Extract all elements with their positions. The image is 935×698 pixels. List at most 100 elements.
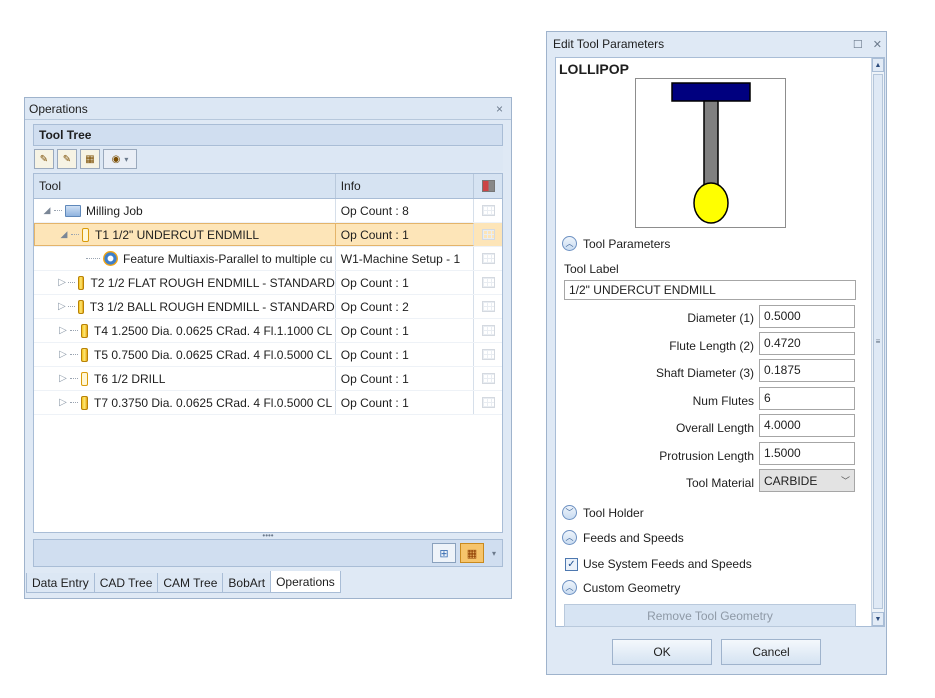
- grid-icon: [481, 325, 495, 336]
- dialog-scrollbar[interactable]: ▲ ≡ ▼: [871, 58, 884, 626]
- dialog-title: Edit Tool Parameters: [553, 37, 665, 51]
- tool-material-select[interactable]: CARBIDE ﹀: [759, 469, 855, 492]
- section-label: Feeds and Speeds: [583, 530, 684, 545]
- chevron-up-icon[interactable]: ︿: [562, 580, 577, 595]
- dialog-body: LOLLIPOP ︿ Tool Parameters Tool Label 1/…: [555, 57, 885, 627]
- tool-type-title: LOLLIPOP: [559, 61, 629, 77]
- tab-data-entry[interactable]: Data Entry: [26, 573, 95, 593]
- table-row[interactable]: ▷ T3 1/2 BALL ROUGH ENDMILL - STANDARD O…: [34, 295, 502, 319]
- table-row[interactable]: ▷ T7 0.3750 Dia. 0.0625 CRad. 4 Fl.0.500…: [34, 391, 502, 415]
- protrusion-length-input[interactable]: 1.5000: [759, 442, 855, 465]
- tab-cam-tree[interactable]: CAM Tree: [157, 573, 224, 593]
- tree-line: [70, 402, 78, 403]
- expanded-triangle-icon[interactable]: ◢: [57, 229, 71, 240]
- add-tool-icon[interactable]: ✎: [34, 149, 54, 169]
- view-eye-icon[interactable]: ◉ ▾: [103, 149, 137, 169]
- expanded-triangle-icon[interactable]: ◢: [40, 205, 54, 216]
- cancel-button[interactable]: Cancel: [721, 639, 821, 665]
- tool-tree-header: Tool Tree: [33, 124, 503, 146]
- table-row-selected[interactable]: ◢ T1 1/2" UNDERCUT ENDMILL Op Count : 1: [34, 223, 502, 247]
- chevron-down-icon[interactable]: ▾: [492, 549, 496, 558]
- operations-title: Operations: [29, 101, 88, 116]
- tool-label-caption: Tool Label: [564, 262, 619, 276]
- shaft-diameter-input[interactable]: 0.1875: [759, 359, 855, 382]
- info-cell: Op Count : 1: [336, 343, 475, 366]
- collapsed-triangle-icon[interactable]: ▷: [56, 397, 70, 408]
- table-row[interactable]: ▷ T4 1.2500 Dia. 0.0625 CRad. 4 Fl.1.100…: [34, 319, 502, 343]
- table-row[interactable]: ▷ T6 1/2 DRILL Op Count : 1: [34, 367, 502, 391]
- scroll-thumb[interactable]: ≡: [873, 74, 883, 609]
- grid-icon: [481, 373, 495, 384]
- row-grid-cell: [474, 271, 502, 294]
- edit-tool-parameters-dialog: Edit Tool Parameters ☐ ✕ LOLLIPOP ︿ Tool…: [546, 31, 887, 675]
- tab-operations[interactable]: Operations: [270, 571, 341, 593]
- collapsed-triangle-icon[interactable]: ▷: [56, 301, 68, 312]
- chevron-up-icon[interactable]: ︿: [562, 236, 577, 251]
- table-row[interactable]: Feature Multiaxis-Parallel to multiple c…: [34, 247, 502, 271]
- flute-length-input[interactable]: 0.4720: [759, 332, 855, 355]
- edit-tool-icon[interactable]: ✎: [57, 149, 77, 169]
- tree-view-icon[interactable]: ⊞: [431, 543, 456, 563]
- row-label: T1 1/2" UNDERCUT ENDMILL: [95, 227, 260, 242]
- endmill-icon: [78, 275, 85, 290]
- row-label: T2 1/2 FLAT ROUGH ENDMILL - STANDARD: [90, 275, 335, 290]
- endmill-icon: [77, 299, 84, 314]
- scroll-up-icon[interactable]: ▲: [872, 58, 884, 72]
- close-icon[interactable]: ✕: [873, 38, 882, 51]
- tab-bobart[interactable]: BobArt: [222, 573, 272, 593]
- grid-icon: [481, 205, 495, 216]
- ok-button[interactable]: OK: [612, 639, 712, 665]
- use-system-feeds-checkbox[interactable]: ✓ Use System Feeds and Speeds: [565, 557, 752, 571]
- tree-line: [70, 378, 78, 379]
- collapsed-triangle-icon[interactable]: ▷: [56, 349, 70, 360]
- param-label: Num Flutes: [692, 394, 754, 408]
- param-label: Diameter (1): [687, 311, 754, 325]
- checkmark-icon[interactable]: ✓: [565, 557, 578, 571]
- section-feeds-and-speeds[interactable]: ︿ Feeds and Speeds: [562, 530, 684, 545]
- column-chooser-icon[interactable]: [474, 174, 502, 198]
- column-header-tool[interactable]: Tool: [34, 174, 336, 198]
- row-label: Feature Multiaxis-Parallel to multiple c…: [123, 251, 333, 266]
- collapsed-triangle-icon[interactable]: ▷: [56, 277, 68, 288]
- tab-cad-tree[interactable]: CAD Tree: [93, 573, 159, 593]
- tool-preview: [635, 78, 786, 228]
- param-label: Protrusion Length: [659, 449, 754, 463]
- param-label: Flute Length (2): [669, 339, 754, 353]
- table-row[interactable]: ▷ T5 0.7500 Dia. 0.0625 CRad. 4 Fl.0.500…: [34, 343, 502, 367]
- section-custom-geometry[interactable]: ︿ Custom Geometry: [562, 580, 680, 595]
- overall-length-input[interactable]: 4.0000: [759, 414, 855, 437]
- collapsed-triangle-icon[interactable]: ▷: [56, 325, 70, 336]
- grid-icon: [481, 277, 495, 288]
- table-row[interactable]: ▷ T2 1/2 FLAT ROUGH ENDMILL - STANDARD O…: [34, 271, 502, 295]
- row-label: T3 1/2 BALL ROUGH ENDMILL - STANDARD: [89, 299, 335, 314]
- row-grid-cell: [474, 343, 502, 366]
- remove-tool-geometry-button[interactable]: Remove Tool Geometry: [564, 604, 856, 627]
- collapsed-triangle-icon[interactable]: ▷: [56, 373, 70, 384]
- section-tool-parameters[interactable]: ︿ Tool Parameters: [562, 236, 670, 251]
- chevron-down-icon: ﹀: [840, 476, 850, 486]
- diameter-input[interactable]: 0.5000: [759, 305, 855, 328]
- row-label: T6 1/2 DRILL: [94, 371, 166, 386]
- info-cell: Op Count : 8: [336, 199, 475, 222]
- tool-label-input[interactable]: 1/2" UNDERCUT ENDMILL: [564, 280, 856, 300]
- grid-view-icon[interactable]: ▦: [459, 543, 484, 563]
- param-label: Shaft Diameter (3): [655, 366, 754, 380]
- maximize-icon[interactable]: ☐: [853, 38, 863, 51]
- chevron-up-icon[interactable]: ︿: [562, 530, 577, 545]
- folder-icon: [65, 204, 81, 217]
- num-flutes-input[interactable]: 6: [759, 387, 855, 410]
- column-header-info[interactable]: Info: [336, 174, 475, 198]
- scroll-down-icon[interactable]: ▼: [872, 612, 884, 626]
- grid-icon: [481, 301, 495, 312]
- chevron-down-icon[interactable]: ﹀: [562, 505, 577, 520]
- tool-library-icon[interactable]: ▦: [80, 149, 100, 169]
- row-grid-cell: [474, 247, 502, 270]
- drill-icon: [81, 371, 88, 386]
- grid-header: Tool Info: [34, 174, 502, 199]
- section-tool-holder[interactable]: ﹀ Tool Holder: [562, 505, 644, 520]
- close-icon[interactable]: ×: [492, 102, 507, 116]
- lollipop-tool-diagram: [671, 82, 751, 224]
- grid-icon: [481, 349, 495, 360]
- tool-tree-grid: Tool Info ◢ Milling Job Op Count : 8 ◢ T…: [33, 173, 503, 533]
- table-row[interactable]: ◢ Milling Job Op Count : 8: [34, 199, 502, 223]
